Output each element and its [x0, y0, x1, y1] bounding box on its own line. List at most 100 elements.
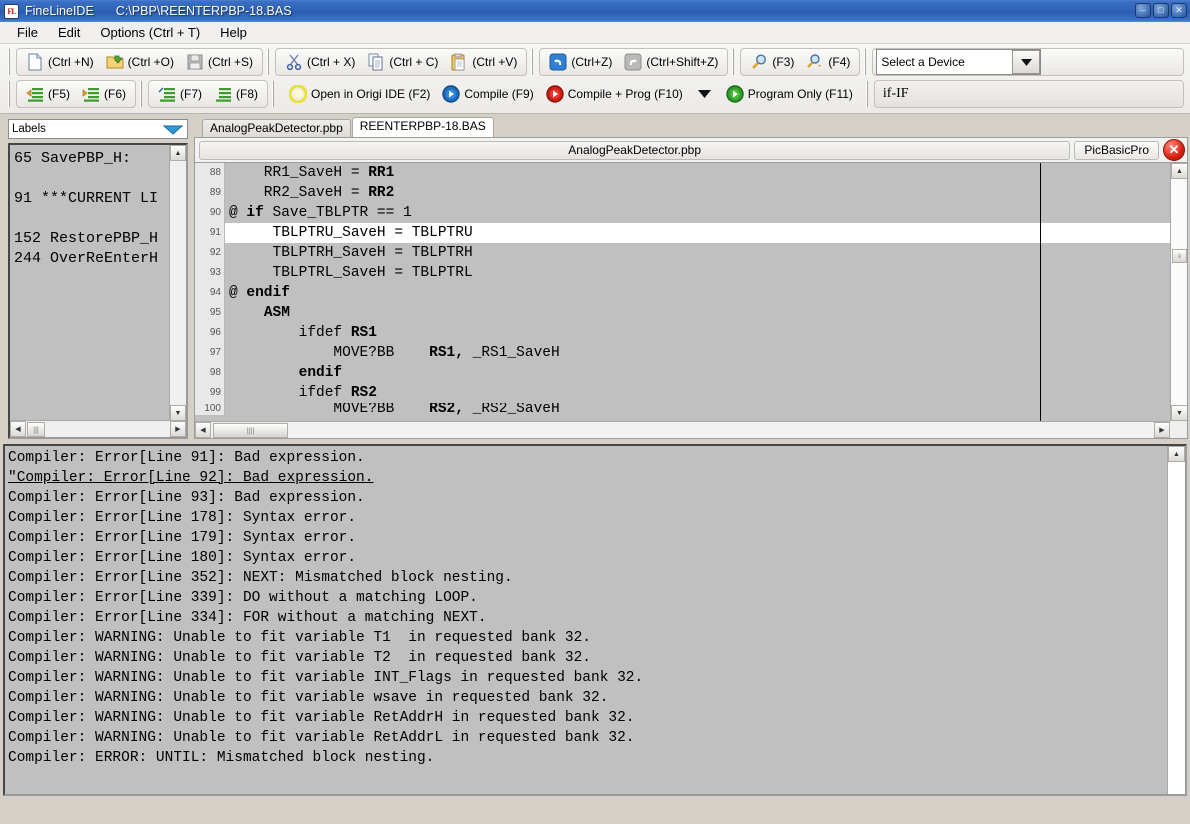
output-line[interactable]: Compiler: WARNING: Unable to fit variabl… — [8, 728, 1167, 748]
output-line[interactable]: Compiler: WARNING: Unable to fit variabl… — [8, 628, 1167, 648]
scroll-right-icon[interactable]: ▶ — [1154, 422, 1170, 438]
indent-right-button[interactable]: (F5) — [21, 82, 75, 106]
maximize-icon[interactable]: □ — [1153, 3, 1169, 18]
code-line[interactable]: 93 TBLPTRL_SaveH = TBLPTRL — [195, 263, 1170, 283]
device-select-arrow[interactable] — [1012, 50, 1040, 74]
toolbar-grip[interactable] — [139, 81, 145, 107]
output-line[interactable]: Compiler: Error[Line 339]: DO without a … — [8, 588, 1167, 608]
code-editor[interactable]: 88 RR1_SaveH = RR1 89 RR2_SaveH = RR2 90… — [195, 162, 1187, 438]
output-line[interactable]: Compiler: Error[Line 91]: Bad expression… — [8, 448, 1167, 468]
labels-list[interactable]: 65 SavePBP_H: 91 ***CURRENT LI 152 Resto… — [10, 145, 186, 437]
undo-button[interactable]: (Ctrl+Z) — [544, 50, 617, 74]
list-item[interactable]: 91 ***CURRENT LI — [14, 189, 186, 209]
paste-button[interactable]: (Ctrl +V) — [445, 50, 522, 74]
compile-button[interactable]: Compile (F9) — [437, 82, 538, 106]
list-item[interactable]: 244 OverReEnterH — [14, 249, 186, 269]
toolbar-grip[interactable] — [7, 81, 13, 107]
copy-button[interactable]: (Ctrl + C) — [362, 50, 443, 74]
labels-vertical-scrollbar[interactable]: ▲ ▼ — [169, 145, 186, 421]
code-line[interactable]: 92 TBLPTRH_SaveH = TBLPTRH — [195, 243, 1170, 263]
scroll-up-icon[interactable]: ▲ — [1168, 446, 1185, 462]
redo-button[interactable]: (Ctrl+Shift+Z) — [619, 50, 723, 74]
build-options-dropdown[interactable] — [690, 82, 719, 106]
toolbar-grip[interactable] — [863, 49, 869, 75]
find-button[interactable]: (F3) — [745, 50, 799, 74]
code-line[interactable]: 94 @ endif — [195, 283, 1170, 303]
list-item[interactable]: 152 RestorePBP_H — [14, 229, 186, 249]
scroll-up-icon[interactable]: ▲ — [1171, 163, 1187, 179]
vscroll-thumb[interactable]: ≡ — [1172, 249, 1187, 263]
toolbar-grip[interactable] — [7, 49, 13, 75]
program-only-button[interactable]: Program Only (F11) — [721, 82, 858, 106]
code-line[interactable]: 95 ASM — [195, 303, 1170, 323]
output-vertical-scrollbar[interactable]: ▲ — [1167, 446, 1185, 794]
open-in-original-ide-button[interactable]: Open in Origi IDE (F2) — [284, 82, 435, 106]
output-line[interactable]: Compiler: Error[Line 334]: FOR without a… — [8, 608, 1167, 628]
list-item[interactable]: 65 SavePBP_H: — [14, 149, 186, 169]
compiler-output-panel[interactable]: Compiler: Error[Line 91]: Bad expression… — [3, 444, 1187, 796]
code-line[interactable]: 96 ifdef RS1 — [195, 323, 1170, 343]
scroll-left-icon[interactable]: ◀ — [195, 422, 211, 438]
code-vertical-scrollbar[interactable]: ▲ ≡ ▼ — [1170, 163, 1187, 421]
code-line-current[interactable]: 91 TBLPTRU_SaveH = TBLPTRU — [195, 223, 1170, 243]
output-line[interactable]: Compiler: Error[Line 352]: NEXT: Mismatc… — [8, 568, 1167, 588]
menu-item-edit[interactable]: Edit — [49, 23, 89, 42]
code-line[interactable]: 97 MOVE?BB RS1, _RS1_SaveH — [195, 343, 1170, 363]
output-line[interactable]: Compiler: Error[Line 180]: Syntax error. — [8, 548, 1167, 568]
menu-item-file[interactable]: File — [8, 23, 47, 42]
scroll-up-icon[interactable]: ▲ — [170, 145, 186, 161]
output-line[interactable]: Compiler: WARNING: Unable to fit variabl… — [8, 688, 1167, 708]
hscroll-thumb[interactable]: ||| — [27, 422, 45, 437]
search-input[interactable]: if-IF — [874, 80, 1184, 108]
language-badge[interactable]: PicBasicPro — [1074, 141, 1159, 160]
toolbar-grip[interactable] — [865, 81, 871, 107]
toolbar-grip[interactable] — [271, 81, 277, 107]
menu-item-help[interactable]: Help — [211, 23, 256, 42]
output-line[interactable]: Compiler: WARNING: Unable to fit variabl… — [8, 668, 1167, 688]
sidebar-view-select[interactable]: Labels — [8, 119, 188, 139]
new-file-button[interactable]: (Ctrl +N) — [21, 50, 99, 74]
device-select[interactable]: Select a Device — [876, 49, 1041, 75]
save-file-button[interactable]: (Ctrl +S) — [181, 50, 258, 74]
code-line[interactable]: 100 MOVE?BB RS2, _RS2_SaveH — [195, 403, 1170, 415]
minimize-icon[interactable]: – — [1135, 3, 1151, 18]
output-line-selected[interactable]: "Compiler: Error[Line 92]: Bad expressio… — [8, 468, 1167, 488]
blue-diamond-icon[interactable] — [162, 122, 184, 136]
tab-reenterpbp[interactable]: REENTERPBP-18.BAS — [352, 117, 494, 137]
output-line[interactable]: Compiler: WARNING: Unable to fit variabl… — [8, 708, 1167, 728]
code-line[interactable]: 90 @ if Save_TBLPTR == 1 — [195, 203, 1170, 223]
code-line[interactable]: 99 ifdef RS2 — [195, 383, 1170, 403]
output-line[interactable]: Compiler: WARNING: Unable to fit variabl… — [8, 648, 1167, 668]
toolbar-grip[interactable] — [731, 49, 737, 75]
open-file-button[interactable]: (Ctrl +O) — [101, 50, 179, 74]
output-line[interactable]: Compiler: Error[Line 93]: Bad expression… — [8, 488, 1167, 508]
code-line[interactable]: 88 RR1_SaveH = RR1 — [195, 163, 1170, 183]
active-filename-display[interactable]: AnalogPeakDetector.pbp — [199, 141, 1070, 160]
compile-and-program-button[interactable]: Compile + Prog (F10) — [541, 82, 688, 106]
toolbar-grip[interactable] — [530, 49, 536, 75]
find-next-button[interactable]: (F4) — [801, 50, 855, 74]
output-line[interactable]: Compiler: ERROR: UNTIL: Mismatched block… — [8, 748, 1167, 768]
close-file-button[interactable]: ✕ — [1163, 139, 1185, 161]
code-line[interactable]: 98 endif — [195, 363, 1170, 383]
app-logo-icon: FL — [4, 4, 19, 19]
comment-lines-button[interactable]: (F7) — [153, 82, 207, 106]
toolbar-grip[interactable] — [266, 49, 272, 75]
code-line[interactable]: 89 RR2_SaveH = RR2 — [195, 183, 1170, 203]
output-line[interactable]: Compiler: Error[Line 178]: Syntax error. — [8, 508, 1167, 528]
scroll-down-icon[interactable]: ▼ — [1171, 405, 1187, 421]
output-scroll-track[interactable] — [1168, 463, 1185, 794]
uncomment-lines-button[interactable]: (F8) — [209, 82, 263, 106]
scroll-left-icon[interactable]: ◀ — [10, 421, 26, 437]
code-horizontal-scrollbar[interactable]: ◀ |||| ▶ — [195, 421, 1170, 438]
labels-horizontal-scrollbar[interactable]: ◀ ||| ▶ — [10, 420, 186, 437]
menu-item-options[interactable]: Options (Ctrl + T) — [91, 23, 209, 42]
scroll-down-icon[interactable]: ▼ — [170, 405, 186, 421]
scroll-right-icon[interactable]: ▶ — [170, 421, 186, 437]
output-line[interactable]: Compiler: Error[Line 179]: Syntax error. — [8, 528, 1167, 548]
cut-button[interactable]: (Ctrl + X) — [280, 50, 360, 74]
hscroll-thumb[interactable]: |||| — [213, 423, 288, 438]
tab-analogpeakdetector[interactable]: AnalogPeakDetector.pbp — [202, 119, 351, 137]
indent-left-button[interactable]: (F6) — [77, 82, 131, 106]
close-icon[interactable]: ✕ — [1171, 3, 1187, 18]
